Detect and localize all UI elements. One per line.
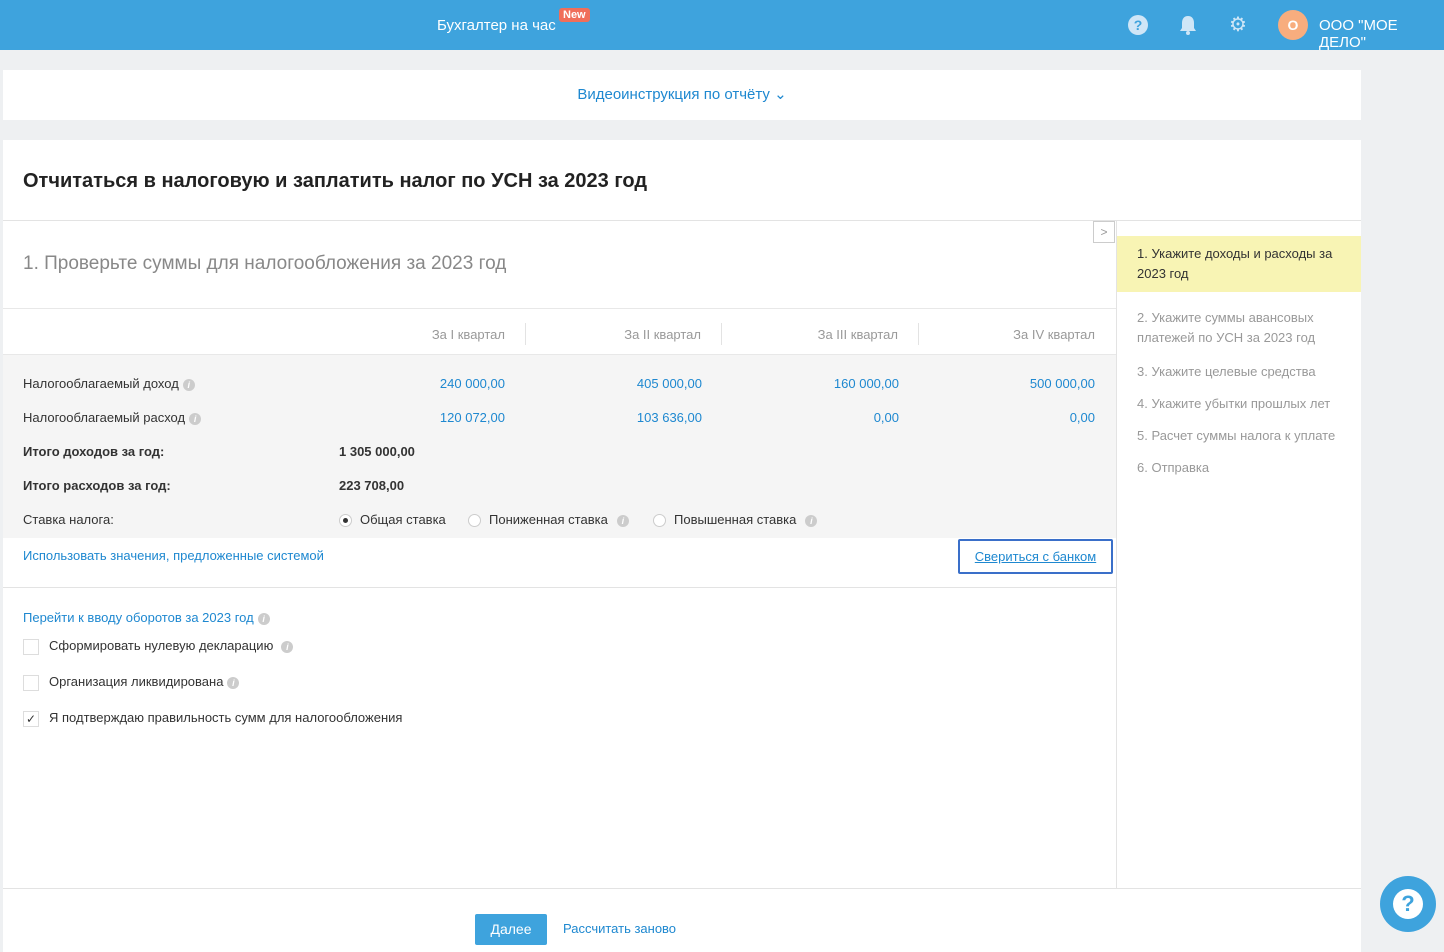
avatar[interactable]: О <box>1278 10 1308 40</box>
svg-text:?: ? <box>1134 17 1143 33</box>
total-expense-value: 223 708,00 <box>339 478 405 493</box>
tax-rate-row: Ставка налога: Общая ставка Пониженная с… <box>3 503 1116 537</box>
checkbox[interactable] <box>23 674 39 691</box>
question-icon: ? <box>1393 889 1423 919</box>
main-panel: Отчитаться в налоговую и заплатить налог… <box>3 140 1361 952</box>
section-title: 1. Проверьте суммы для налогообложения з… <box>23 253 507 274</box>
col-q2: За II квартал <box>624 327 701 342</box>
video-instruction[interactable]: Видеоинструкция по отчёту ⌄ <box>3 70 1361 120</box>
next-button[interactable]: Далее <box>475 914 547 945</box>
recalculate-link[interactable]: Рассчитать заново <box>563 921 676 936</box>
total-expense-label: Итого расходов за год: <box>23 478 171 493</box>
tax-rate-label: Ставка налога: <box>23 512 114 527</box>
step-4[interactable]: 4. Укажите убытки прошлых лет <box>1117 386 1361 422</box>
info-icon[interactable]: i <box>227 676 240 689</box>
table-row: Итого доходов за год: 1 305 000,00 <box>3 435 1116 469</box>
chevron-right-icon[interactable]: > <box>1093 221 1115 243</box>
rate-general[interactable]: Общая ставка <box>339 503 446 537</box>
system-values-row: Использовать значения, предложенные сист… <box>3 538 1116 573</box>
org-name[interactable]: ООО "МОЕ ДЕЛО" <box>1319 17 1444 51</box>
step-2[interactable]: 2. Укажите суммы авансовых платежей по У… <box>1117 300 1361 356</box>
info-icon[interactable]: i <box>805 514 818 527</box>
top-header: Бухгалтер на час New ? ⚙ О ООО "МОЕ ДЕЛО… <box>0 0 1444 51</box>
rate-reduced[interactable]: Пониженная ставка i <box>468 503 629 537</box>
checkmark-icon[interactable]: ✓ <box>23 710 39 727</box>
use-system-values-link[interactable]: Использовать значения, предложенные сист… <box>23 548 324 563</box>
expense-q2[interactable]: 103 636,00 <box>522 401 702 435</box>
info-icon[interactable]: i <box>182 378 195 391</box>
step-3[interactable]: 3. Укажите целевые средства <box>1117 354 1361 390</box>
zero-declaration-checkbox[interactable]: Сформировать нулевую декларацию i <box>23 636 294 656</box>
total-income-value: 1 305 000,00 <box>339 444 415 459</box>
chevron-down-icon: ⌄ <box>774 86 787 103</box>
info-icon[interactable]: i <box>257 612 270 625</box>
radio-selected[interactable] <box>339 514 352 528</box>
divider <box>3 587 1116 588</box>
checkbox[interactable] <box>23 638 39 655</box>
total-income-label: Итого доходов за год: <box>23 444 165 459</box>
gear-icon[interactable]: ⚙ <box>1227 14 1249 36</box>
income-q3[interactable]: 160 000,00 <box>719 367 899 401</box>
table-header: За I квартал За II квартал За III кварта… <box>3 309 1116 355</box>
income-q2[interactable]: 405 000,00 <box>522 367 702 401</box>
video-instruction-label: Видеоинструкция по отчёту <box>577 86 770 103</box>
reconcile-bank-button[interactable]: Свериться с банком <box>958 539 1113 574</box>
col-q4: За IV квартал <box>1013 327 1095 342</box>
liquidated-checkbox[interactable]: Организация ликвидирована i <box>23 672 240 692</box>
turnover-link[interactable]: Перейти к вводу оборотов за 2023 год <box>23 610 254 625</box>
help-chat-button[interactable]: ? <box>1380 876 1436 932</box>
income-q4[interactable]: 500 000,00 <box>915 367 1095 401</box>
expense-q3[interactable]: 0,00 <box>719 401 899 435</box>
step-5[interactable]: 5. Расчет суммы налога к уплате <box>1117 418 1361 454</box>
radio[interactable] <box>653 514 666 528</box>
col-q1: За I квартал <box>431 327 505 342</box>
info-icon[interactable]: i <box>616 514 629 527</box>
table-row: Налогооблагаемый расход i 120 072,00 103 … <box>3 401 1116 435</box>
step-1[interactable]: 1. Укажите доходы и расходы за 2023 год <box>1117 236 1361 292</box>
income-q1[interactable]: 240 000,00 <box>325 367 505 401</box>
income-label: Налогооблагаемый доход <box>23 376 179 391</box>
new-badge: New <box>559 8 590 22</box>
expense-q1[interactable]: 120 072,00 <box>325 401 505 435</box>
bell-icon[interactable] <box>1177 14 1199 36</box>
tax-table: За I квартал За II квартал За III кварта… <box>3 308 1116 573</box>
info-icon[interactable]: i <box>189 412 202 425</box>
step-6[interactable]: 6. Отправка <box>1117 450 1361 486</box>
radio[interactable] <box>468 514 481 528</box>
page-title: Отчитаться в налоговую и заплатить налог… <box>23 170 648 192</box>
rate-increased[interactable]: Повышенная ставка i <box>653 503 818 537</box>
expense-label: Налогооблагаемый расход <box>23 410 186 425</box>
footer: Далее Рассчитать заново <box>3 888 1361 952</box>
table-row: Итого расходов за год: 223 708,00 <box>3 469 1116 503</box>
table-row: Налогооблагаемый доход i 240 000,00 405 0… <box>3 367 1116 401</box>
steps-sidebar: 1. Укажите доходы и расходы за 2023 год … <box>1116 220 1361 888</box>
expense-q4[interactable]: 0,00 <box>915 401 1095 435</box>
confirm-checkbox[interactable]: ✓ Я подтверждаю правильность сумм для нал… <box>23 708 402 728</box>
help-icon[interactable]: ? <box>1127 14 1149 36</box>
col-q3: За III квартал <box>817 327 898 342</box>
info-icon[interactable]: i <box>281 640 294 653</box>
accountant-link[interactable]: Бухгалтер на час <box>437 17 556 34</box>
